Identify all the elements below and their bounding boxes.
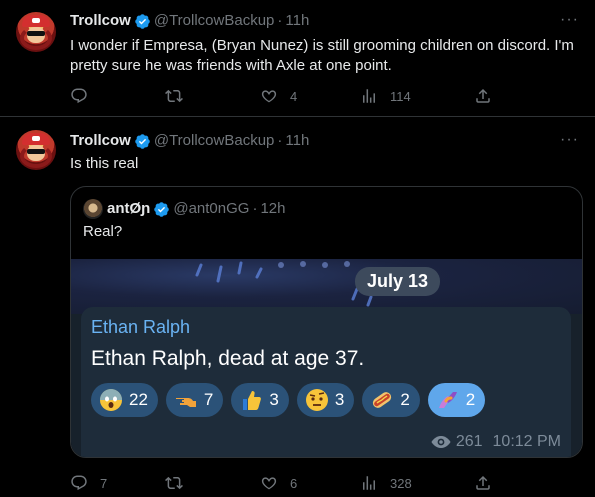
tweet-text: I wonder if Empresa, (Bryan Nunez) is st… [70, 37, 574, 74]
hotdog-emoji-icon [373, 392, 392, 408]
views-chart-icon [363, 89, 375, 103]
quote-timestamp[interactable]: 12h [260, 199, 285, 219]
verified-badge-icon [135, 13, 150, 29]
handle[interactable]: @TrollcowBackup [154, 131, 275, 151]
views-button[interactable]: 328 [360, 474, 412, 492]
heart-hands-emoji-icon [438, 392, 457, 408]
heart-icon [261, 90, 277, 103]
quote-display-name[interactable]: antØɲ [107, 199, 150, 219]
retweet-icon [165, 89, 183, 103]
retweet-icon [165, 476, 183, 490]
display-name[interactable]: Trollcow [70, 131, 131, 151]
tweet[interactable]: Trollcow @TrollcowBackup · 11h ··· I won… [0, 0, 595, 117]
message-time: 10:12 PM [492, 433, 561, 450]
reaction-count: 7 [203, 390, 214, 409]
message-text: Ethan Ralph, dead at age 37. [91, 347, 365, 370]
share-icon [476, 88, 490, 103]
separator-dot: · [277, 12, 283, 29]
verified-badge-icon [154, 201, 170, 217]
avatar[interactable] [16, 12, 56, 52]
reaction-count: 2 [400, 390, 410, 409]
like-count: 6 [290, 475, 298, 491]
reaction-count: 3 [334, 390, 345, 409]
share-button[interactable] [474, 474, 492, 492]
message-sender: Ethan Ralph [91, 317, 191, 337]
retweet-button[interactable] [165, 87, 195, 105]
quote-header: antØɲ @ant0nGG · 12h [83, 199, 285, 219]
tweet-actions: 4 114 [70, 87, 500, 107]
like-button[interactable]: 6 [260, 474, 297, 492]
avatar-glasses [27, 149, 45, 154]
reaction-pill: 22 [91, 383, 158, 417]
more-icon[interactable]: ··· [560, 11, 579, 29]
message-bubble: Ethan Ralph Ethan Ralph, dead at age 37.… [81, 307, 571, 457]
reaction-pill: 3 [296, 383, 355, 417]
media-background-pattern [195, 261, 373, 307]
timestamp[interactable]: 11h [285, 131, 309, 151]
separator-dot: · [252, 200, 258, 217]
thumbs-up-emoji-icon [243, 391, 262, 410]
date-pill: July 13 [355, 267, 441, 296]
display-name[interactable]: Trollcow [70, 11, 131, 31]
reply-button[interactable]: 7 [70, 474, 107, 492]
quote-media-image[interactable]: July 13 Ethan Ralph Ethan Ralph, dead at… [71, 259, 582, 457]
avatar-hat [22, 15, 50, 27]
tweet[interactable]: Trollcow @TrollcowBackup · 11h ··· Is th… [0, 118, 595, 497]
reaction-pill-selected: 2 [427, 383, 486, 417]
views-count: 114 [390, 88, 411, 104]
avatar[interactable] [16, 130, 56, 170]
quote-handle[interactable]: @ant0nGG [173, 199, 249, 219]
avatar-glasses [27, 31, 45, 36]
more-icon[interactable]: ··· [560, 131, 579, 149]
reply-button[interactable] [70, 87, 100, 105]
reply-count: 7 [100, 475, 108, 491]
separator-dot: · [277, 132, 283, 149]
reaction-count: 2 [465, 390, 476, 409]
point-left-emoji-icon [175, 398, 196, 407]
views-button[interactable]: 114 [360, 87, 411, 105]
reply-icon [71, 88, 87, 104]
tweet-actions: 7 6 328 [70, 474, 500, 494]
quote-text: Real? [83, 223, 123, 240]
tweet-header: Trollcow @TrollcowBackup · 11h [70, 11, 309, 31]
message-views: 261 [455, 433, 483, 450]
share-button[interactable] [474, 87, 492, 105]
tweet-text: Is this real [70, 155, 139, 172]
views-count: 328 [390, 475, 412, 491]
like-button[interactable]: 4 [260, 87, 297, 105]
like-count: 4 [290, 88, 298, 104]
reaction-count: 22 [129, 390, 148, 409]
timestamp[interactable]: 11h [285, 11, 309, 31]
reaction-pill: 2 [362, 383, 420, 417]
reaction-pill: 3 [231, 383, 289, 417]
verified-badge-icon [135, 133, 150, 149]
tweet-header: Trollcow @TrollcowBackup · 11h [70, 131, 309, 151]
eye-icon [431, 436, 451, 448]
quoted-tweet[interactable]: antØɲ @ant0nGG · 12h Real? July 13 Ethan… [70, 186, 583, 458]
message-meta: 261 10:12 PM [431, 433, 561, 451]
share-icon [476, 475, 490, 490]
reaction-pill: 7 [165, 383, 224, 417]
scream-emoji-icon [100, 389, 122, 411]
quote-avatar[interactable] [83, 199, 103, 219]
raised-eyebrow-emoji-icon [305, 389, 328, 411]
views-chart-icon [363, 476, 375, 490]
handle[interactable]: @TrollcowBackup [154, 11, 275, 31]
avatar-hat [22, 133, 50, 145]
retweet-button[interactable] [165, 474, 195, 492]
heart-icon [261, 477, 277, 490]
reaction-count: 3 [269, 390, 279, 409]
reactions-row: 22 7 3 3 2 2 [91, 383, 493, 417]
reply-icon [71, 475, 87, 491]
